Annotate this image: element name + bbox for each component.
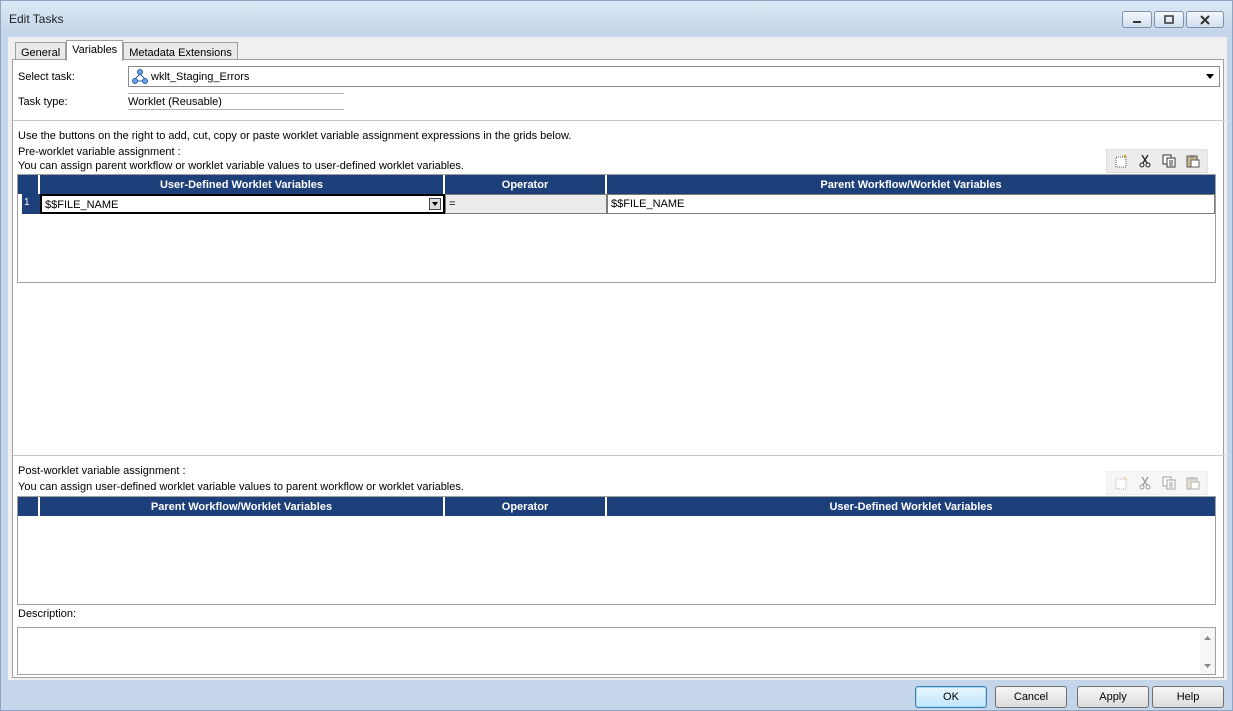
maximize-button[interactable]	[1154, 11, 1184, 28]
paste-icon	[1186, 155, 1200, 168]
scroll-up-icon[interactable]	[1200, 632, 1215, 644]
row-header-corner	[18, 497, 40, 516]
description-field[interactable]	[17, 627, 1216, 675]
ok-button[interactable]: OK	[915, 686, 987, 708]
paste-icon	[1186, 477, 1200, 490]
minimize-icon	[1133, 20, 1141, 23]
select-task-value: wklt_Staging_Errors	[151, 71, 250, 83]
table-row-right-variable[interactable]: $$FILE_NAME	[607, 194, 1215, 214]
post-assignment-grid: Parent Workflow/Worklet Variables Operat…	[17, 496, 1216, 605]
variables-panel: Select task: wklt_Staging_Errors Task ty…	[12, 59, 1225, 678]
row-header-corner	[18, 175, 40, 194]
cancel-button[interactable]: Cancel	[995, 686, 1067, 708]
select-task-dropdown[interactable]: wklt_Staging_Errors	[128, 66, 1220, 87]
description-label: Description:	[18, 608, 77, 620]
cut-icon	[1139, 476, 1151, 490]
dropdown-arrow-icon[interactable]	[1204, 70, 1216, 85]
grid-header[interactable]: Parent Workflow/Worklet Variables	[40, 497, 445, 516]
edit-tasks-window: Edit Tasks General Variables Metadata Ex…	[0, 0, 1233, 711]
cut-button[interactable]	[1135, 474, 1155, 492]
grid-header[interactable]: Operator	[445, 497, 607, 516]
paste-button[interactable]	[1183, 474, 1203, 492]
grid-header[interactable]: Parent Workflow/Worklet Variables	[607, 175, 1215, 194]
post-worklet-subtitle: You can assign user-defined worklet vari…	[18, 481, 464, 493]
copy-icon	[1162, 154, 1176, 168]
new-button[interactable]	[1111, 152, 1131, 170]
worklet-icon	[132, 69, 148, 88]
grid-header[interactable]: User-Defined Worklet Variables	[607, 497, 1215, 516]
grid-header[interactable]: User-Defined Worklet Variables	[40, 175, 445, 194]
new-button[interactable]	[1111, 474, 1131, 492]
task-type-label: Task type:	[18, 96, 68, 108]
apply-button[interactable]: Apply	[1077, 686, 1149, 708]
post-worklet-title: Post-worklet variable assignment :	[18, 465, 186, 477]
description-scrollbar[interactable]	[1200, 628, 1215, 674]
close-button[interactable]	[1186, 11, 1224, 28]
window-title: Edit Tasks	[9, 12, 64, 26]
tab-strip: General Variables Metadata Extensions	[15, 40, 238, 61]
table-row-left-variable[interactable]: $$FILE_NAME	[40, 194, 445, 214]
copy-icon	[1162, 476, 1176, 490]
cut-icon	[1139, 154, 1151, 168]
row-number[interactable]: 1	[22, 194, 40, 214]
pre-assignment-grid: User-Defined Worklet Variables Operator …	[17, 174, 1216, 283]
dialog-client: General Variables Metadata Extensions Se…	[8, 37, 1227, 680]
paste-button[interactable]	[1183, 152, 1203, 170]
pre-grid-toolbar	[1106, 149, 1208, 173]
title-bar: Edit Tasks	[1, 1, 1232, 37]
pre-worklet-title: Pre-worklet variable assignment :	[18, 146, 181, 158]
scroll-down-icon[interactable]	[1200, 660, 1215, 672]
table-row-operator[interactable]: =	[445, 194, 607, 214]
post-grid-toolbar	[1106, 471, 1208, 495]
close-icon	[1200, 14, 1210, 25]
new-icon	[1115, 476, 1127, 490]
copy-button[interactable]	[1159, 474, 1179, 492]
select-task-label: Select task:	[18, 71, 75, 83]
divider	[13, 120, 1225, 121]
minimize-button[interactable]	[1122, 11, 1152, 28]
instructions-text: Use the buttons on the right to add, cut…	[18, 130, 572, 142]
tab-variables[interactable]: Variables	[66, 40, 124, 61]
help-button[interactable]: Help	[1152, 686, 1224, 708]
pre-worklet-subtitle: You can assign parent workflow or workle…	[18, 160, 464, 172]
divider	[13, 455, 1225, 456]
new-icon	[1115, 154, 1127, 168]
copy-button[interactable]	[1159, 152, 1179, 170]
maximize-icon	[1164, 15, 1174, 24]
window-controls	[1122, 11, 1224, 28]
cell-dropdown-icon[interactable]	[429, 198, 441, 210]
cut-button[interactable]	[1135, 152, 1155, 170]
task-type-value: Worklet (Reusable)	[128, 93, 344, 110]
grid-header[interactable]: Operator	[445, 175, 607, 194]
cell-value: $$FILE_NAME	[45, 199, 119, 211]
